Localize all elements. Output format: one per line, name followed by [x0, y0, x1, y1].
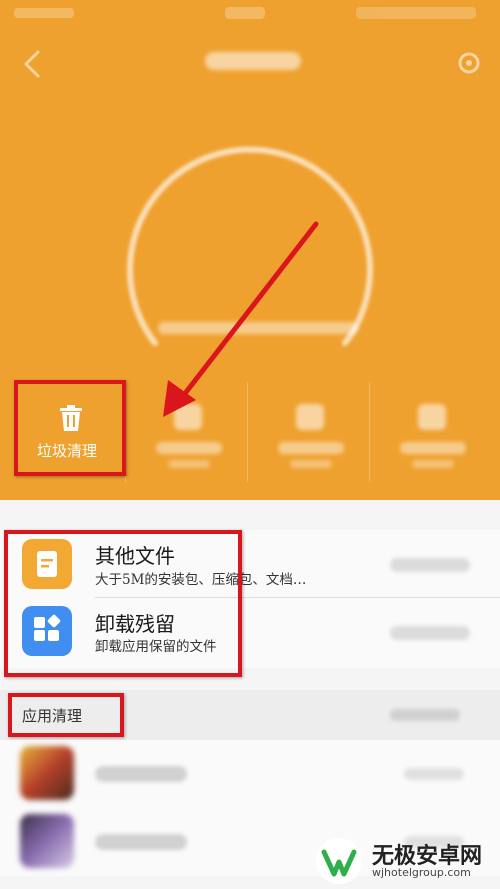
tool-4[interactable]: [374, 382, 492, 482]
annotation-box-app-clean: [8, 693, 124, 737]
tool-2-sub-blurred: [168, 460, 210, 468]
gear-icon[interactable]: [454, 48, 484, 78]
app-2-name-blurred: [95, 834, 187, 850]
app-row-1[interactable]: [0, 740, 500, 808]
watermark-logo-icon: [316, 838, 362, 884]
status-bar: [0, 0, 500, 30]
tool-4-icon: [418, 404, 446, 430]
tool-3-label-blurred: [278, 442, 344, 454]
tool-4-sub-blurred: [412, 460, 454, 468]
page-title-blurred: [205, 52, 301, 70]
score-value-blurred: [190, 190, 320, 300]
status-icons-blurred: [356, 7, 476, 19]
watermark-url: wjhotelgroup.com: [372, 866, 471, 879]
app-1-size-blurred: [404, 768, 464, 780]
tool-4-label-blurred: [400, 442, 466, 454]
section-action-blurred: [390, 709, 460, 721]
tool-3[interactable]: [252, 382, 370, 482]
tool-2-label-blurred: [156, 442, 222, 454]
uninstall-residue-size-blurred: [390, 626, 470, 640]
app-1-icon: [20, 746, 74, 800]
tool-3-icon: [296, 404, 324, 430]
watermark: 无极安卓网 wjhotelgroup.com: [310, 832, 500, 889]
carrier-info-blurred: [14, 8, 74, 18]
back-arrow-icon[interactable]: [18, 46, 48, 82]
annotation-box-file-rows: [4, 530, 242, 677]
tool-2[interactable]: [130, 382, 248, 482]
tool-3-sub-blurred: [290, 460, 332, 468]
tool-2-icon: [174, 404, 202, 430]
score-caption-blurred: [158, 322, 358, 334]
annotation-box-junk-clean: [14, 380, 126, 476]
app-2-icon: [20, 814, 74, 868]
other-files-size-blurred: [390, 558, 470, 572]
app-1-name-blurred: [95, 766, 187, 782]
clock-blurred: [225, 7, 265, 19]
